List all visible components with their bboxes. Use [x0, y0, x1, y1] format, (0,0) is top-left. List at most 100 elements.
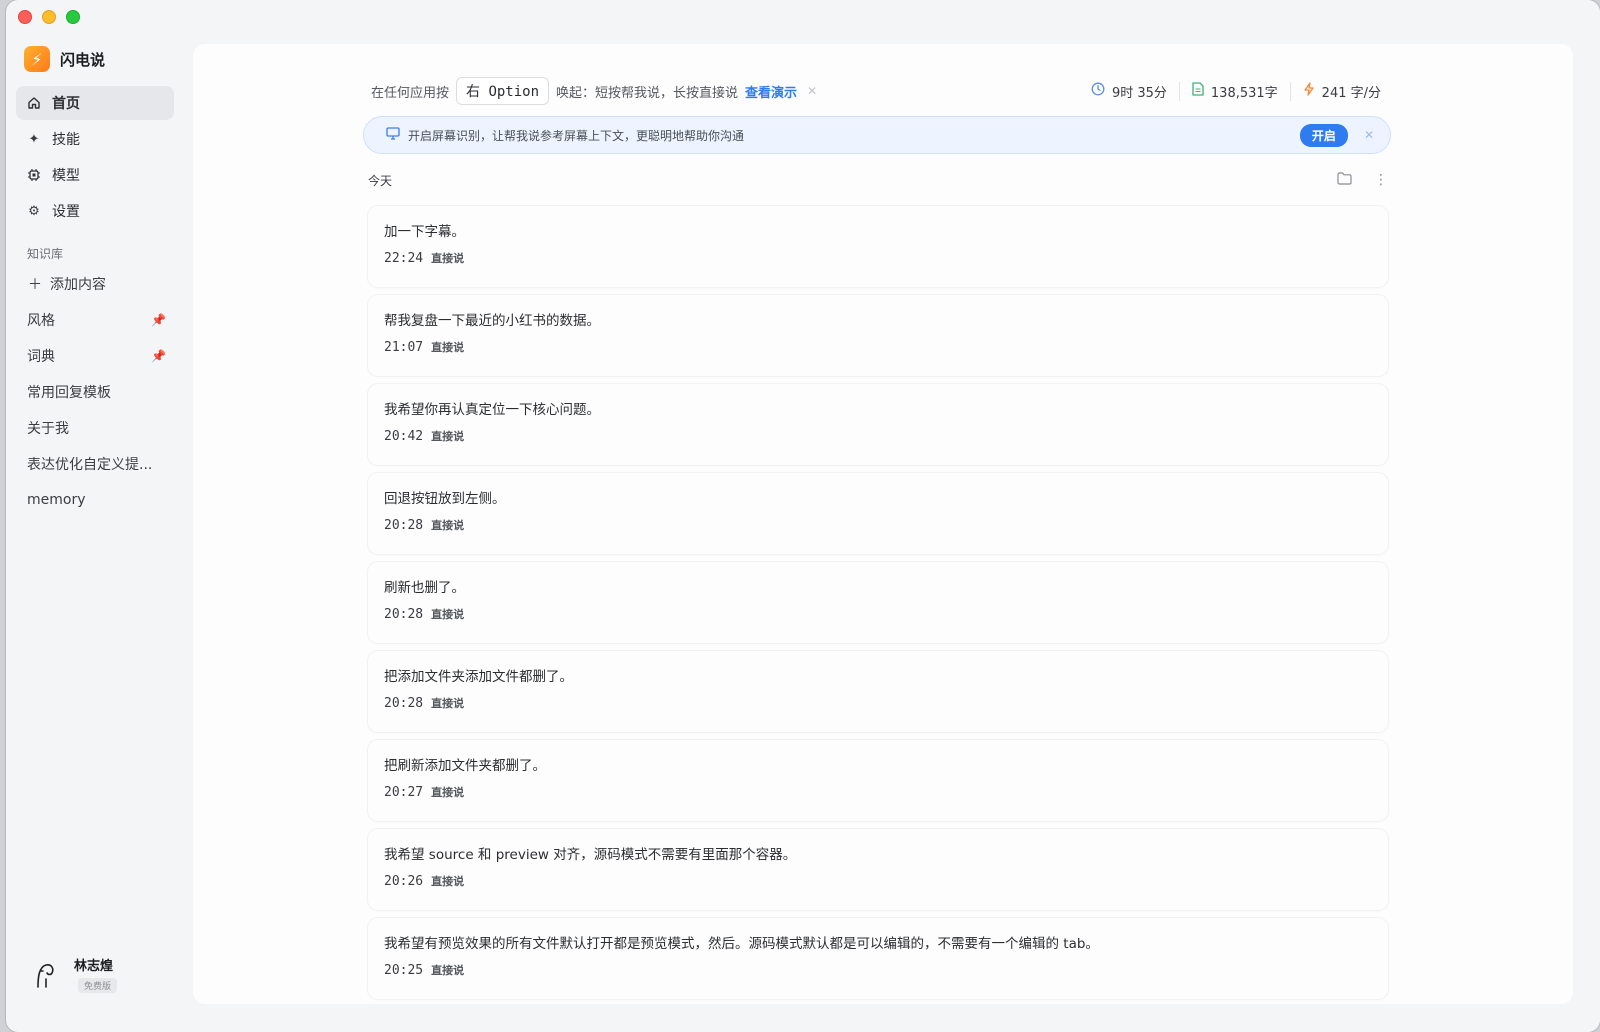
entry-time: 20:28	[384, 518, 424, 533]
chip-icon	[26, 167, 42, 183]
add-content-label: 添加内容	[50, 277, 106, 293]
document-icon	[1192, 82, 1204, 100]
entry-mode: 直接说	[431, 964, 465, 977]
pin-icon[interactable]: 📌	[151, 349, 166, 363]
monitor-icon	[386, 126, 400, 144]
list-item[interactable]: 我希望有预览效果的所有文件默认打开都是预览模式，然后。源码模式默认都是可以编辑的…	[368, 918, 1388, 999]
avatar	[30, 957, 60, 991]
lightning-bolt-icon: ⚡	[24, 46, 50, 72]
add-content-button[interactable]: ＋ 添加内容	[16, 266, 174, 302]
entry-meta: 20:27 直接说	[384, 784, 1388, 800]
close-icon[interactable]: ✕	[1364, 128, 1374, 142]
kb-item-reply-templates[interactable]: 常用回复模板	[16, 374, 174, 410]
kb-item-label: 关于我	[27, 421, 69, 437]
kb-item-memory[interactable]: memory	[16, 482, 174, 518]
gear-icon: ⚙	[28, 203, 40, 219]
list-item[interactable]: 回退按钮放到左侧。 20:28 直接说	[368, 473, 1388, 554]
entry-meta: 20:28 直接说	[384, 517, 1388, 533]
main-panel: 在任何应用按 右 Option 唤起：短按帮我说，长按直接说 查看演示 ✕ 9时…	[193, 44, 1573, 1004]
knowledge-base-list: ＋ 添加内容 风格 📌 词典 📌 常用回复模板 关于我 表达优化自定义提... …	[16, 266, 174, 518]
entry-time: 21:07	[384, 340, 424, 355]
user-info: 林志煌 免费版	[74, 955, 118, 993]
list-item[interactable]: 加一下字幕。 22:24 直接说	[368, 206, 1388, 287]
kb-item-style[interactable]: 风格 📌	[16, 302, 174, 338]
entry-time: 20:25	[384, 963, 424, 978]
stat-speed: 241 字/分	[1289, 81, 1393, 101]
lightning-icon	[1303, 82, 1315, 100]
history-list: 加一下字幕。 22:24 直接说 帮我复盘一下最近的小红书的数据。 21:07 直接…	[368, 206, 1388, 1007]
duration-value: 9时 35分	[1111, 85, 1167, 101]
entry-meta: 21:07 直接说	[384, 339, 1388, 355]
usage-stats: 9时 35分 138,531字 241 字/分	[1079, 81, 1393, 101]
stat-duration: 9时 35分	[1079, 82, 1179, 101]
entry-time: 20:26	[384, 874, 424, 889]
sidebar-item-settings[interactable]: ⚙ 设置	[16, 194, 174, 228]
sidebar-item-label: 模型	[52, 168, 80, 184]
entry-text: 加一下字幕。	[384, 224, 465, 240]
home-icon	[26, 95, 42, 111]
sidebar-item-label: 技能	[52, 132, 80, 148]
speed-value: 241 字/分	[1321, 85, 1381, 101]
kb-item-custom-prompt[interactable]: 表达优化自定义提...	[16, 446, 174, 482]
sidebar: ⚡ 闪电说 首页 ✦ 技能 模型 ⚙ 设置 知识库 ＋ 添加内容 风格 📌 词典…	[6, 0, 196, 1032]
kb-item-label: 风格	[27, 313, 55, 329]
entry-mode: 直接说	[431, 875, 465, 888]
shortcut-key[interactable]: 右 Option	[456, 77, 550, 105]
plan-badge: 免费版	[78, 978, 118, 993]
day-header: 今天 ⋮	[368, 168, 1388, 192]
entry-time: 20:27	[384, 785, 424, 800]
day-label: 今天	[368, 173, 393, 188]
user-profile[interactable]: 林志煌 免费版	[30, 955, 118, 993]
sparkle-icon: ✦	[28, 131, 40, 147]
entry-mode: 直接说	[431, 341, 465, 354]
entry-mode: 直接说	[431, 252, 465, 265]
kb-item-dictionary[interactable]: 词典 📌	[16, 338, 174, 374]
folder-icon[interactable]	[1337, 171, 1352, 189]
sidebar-item-home[interactable]: 首页	[16, 86, 174, 120]
pin-icon[interactable]: 📌	[151, 313, 166, 327]
entry-time: 22:24	[384, 251, 424, 266]
enable-button[interactable]: 开启	[1299, 123, 1348, 147]
entry-meta: 20:26 直接说	[384, 873, 1388, 889]
entry-mode: 直接说	[431, 608, 465, 621]
entry-text: 帮我复盘一下最近的小红书的数据。	[384, 313, 600, 329]
entry-mode: 直接说	[431, 786, 465, 799]
kb-item-label: memory	[27, 492, 86, 508]
screen-recognition-banner: 开启屏幕识别，让帮我说参考屏幕上下文，更聪明地帮助你沟通 开启 ✕	[363, 116, 1391, 154]
knowledge-base-heading: 知识库	[27, 247, 64, 261]
entry-time: 20:28	[384, 607, 424, 622]
hint-prefix: 在任何应用按	[371, 85, 450, 101]
entry-mode: 直接说	[431, 519, 465, 532]
list-item[interactable]: 我希望 source 和 preview 对齐，源码模式不需要有里面那个容器。 …	[368, 829, 1388, 910]
day-tools: ⋮	[1337, 172, 1388, 189]
stat-words: 138,531字	[1178, 81, 1290, 101]
entry-time: 20:28	[384, 696, 424, 711]
sidebar-item-models[interactable]: 模型	[16, 158, 174, 192]
close-icon[interactable]: ✕	[807, 84, 817, 98]
more-options-icon[interactable]: ⋮	[1374, 172, 1388, 189]
list-item[interactable]: 刷新也删了。 20:28 直接说	[368, 562, 1388, 643]
sidebar-item-skills[interactable]: ✦ 技能	[16, 122, 174, 156]
main-nav: 首页 ✦ 技能 模型 ⚙ 设置	[16, 86, 174, 230]
list-item[interactable]: 帮我复盘一下最近的小红书的数据。 21:07 直接说	[368, 295, 1388, 376]
banner-text: 开启屏幕识别，让帮我说参考屏幕上下文，更聪明地帮助你沟通	[408, 128, 745, 143]
sidebar-item-label: 首页	[52, 96, 80, 112]
entry-text: 把添加文件夹添加文件都删了。	[384, 669, 573, 685]
list-item[interactable]: 我希望你再认真定位一下核心问题。 20:42 直接说	[368, 384, 1388, 465]
list-item[interactable]: 把刷新添加文件夹都删了。 20:27 直接说	[368, 740, 1388, 821]
brand: ⚡ 闪电说	[24, 46, 105, 72]
kb-item-label: 常用回复模板	[27, 385, 111, 401]
entry-text: 刷新也删了。	[384, 580, 465, 596]
entry-meta: 20:42 直接说	[384, 428, 1388, 444]
view-demo-link[interactable]: 查看演示	[745, 82, 797, 101]
list-item[interactable]: 把添加文件夹添加文件都删了。 20:28 直接说	[368, 651, 1388, 732]
hint-text: 唤起：短按帮我说，长按直接说	[556, 85, 739, 101]
kb-item-label: 词典	[27, 349, 55, 365]
entry-mode: 直接说	[431, 697, 465, 710]
kb-item-about-me[interactable]: 关于我	[16, 410, 174, 446]
entry-mode: 直接说	[431, 430, 465, 443]
kb-item-label: 表达优化自定义提...	[27, 457, 153, 473]
entry-meta: 22:24 直接说	[384, 250, 1388, 266]
entry-meta: 20:25 直接说	[384, 962, 1388, 978]
entry-time: 20:42	[384, 429, 424, 444]
